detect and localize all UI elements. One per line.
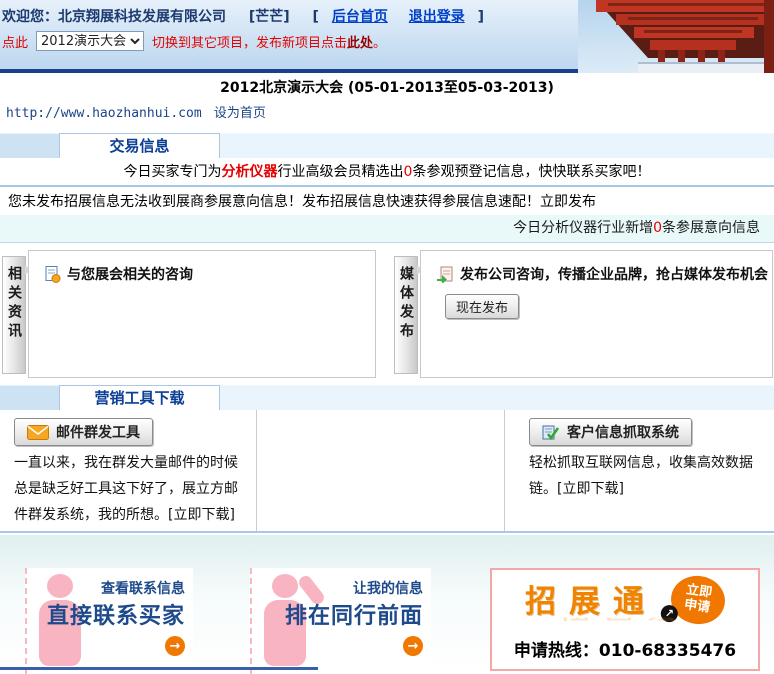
email-tool-download-link[interactable]: [立即下载] <box>168 507 235 523</box>
related-info-vtab-label: 相关资讯 <box>4 266 24 373</box>
admin-home-link[interactable]: 后台首页 <box>332 9 388 25</box>
notice-suffix: 条参观预登记信息，快快联系买家吧！ <box>412 164 650 180</box>
tab-marketing-tools[interactable]: 营销工具下载 <box>59 385 220 410</box>
user-nickname: [芒芒] <box>249 9 290 25</box>
tabbar-right-strip <box>220 133 774 158</box>
apply-hotline: 申请热线：010-68335476 <box>492 636 758 661</box>
tools-tabbar-right-strip <box>220 385 774 410</box>
promo-contact-line1: 查看联系信息 <box>47 578 185 598</box>
welcome-row: 欢迎您：北京翔展科技发展有限公司 [芒芒] [ 后台首页 退出登录 ] <box>2 6 484 26</box>
promo-rank-line1: 让我的信息 <box>285 578 423 598</box>
site-url-row: http://www.haozhanhui.com 设为首页 <box>6 102 266 121</box>
trade-tab-bar: 交易信息 <box>0 133 774 158</box>
promo-rank-text: 让我的信息 排在同行前面 → <box>285 578 423 656</box>
today-prefix: 今日分析仪器行业新增 <box>513 220 653 236</box>
media-publish-vtab[interactable]: 媒体发布 <box>394 256 418 374</box>
project-switch-row: 点此 2012演示大会 切换到其它项目，发布新项目点击此处。 <box>2 31 386 51</box>
tab-trade-info-label: 交易信息 <box>109 137 169 155</box>
event-title: 2012北京演示大会 (05-01-2013至05-03-2013) <box>0 77 774 99</box>
site-url[interactable]: http://www.haozhanhui.com <box>6 106 202 121</box>
zzt-title-reflection: 招展通 <box>492 618 758 627</box>
media-publish-title-row: 发布公司咨询，传播企业品牌，抢占媒体发布机会 <box>436 264 772 284</box>
grab-tool-download-link[interactable]: [立即下载] <box>557 481 624 497</box>
media-publish-vtab-label: 媒体发布 <box>396 266 416 373</box>
promo-zhaozhantong[interactable]: 招展通 立即 申请 ↗ 招展通 申请热线：010-68335476 <box>490 568 760 671</box>
related-info-vtab[interactable]: 相关资讯 <box>2 256 26 374</box>
publish-now-link[interactable]: 立即发布 <box>540 194 596 210</box>
welcome-text: 欢迎您：北京翔展科技发展有限公司 <box>2 9 226 25</box>
notice-prefix: 今日买家专门为 <box>124 164 222 180</box>
orange-arrow-icon: → <box>165 636 185 656</box>
zzt-title: 招展通 <box>525 576 657 621</box>
promo-banner-section: 查看联系信息 直接联系买家 → 让我的信息 排在同行前面 → 招展通 立即 申请… <box>0 535 774 670</box>
publish-page-icon <box>436 266 454 283</box>
project-select[interactable]: 2012演示大会 <box>36 31 144 51</box>
warning-text: 您未发布招展信息无法收到展商参展意向信息！发布招展信息快速获得参展信息速配！ <box>8 194 540 210</box>
email-tool-button[interactable]: 邮件群发工具 <box>14 418 153 446</box>
marketing-tools-section: 邮件群发工具 一直以来，我在群发大量邮件的时候总是缺乏好工具这下好了，展立方邮件… <box>0 410 774 533</box>
set-home-link[interactable]: 设为首页 <box>214 106 266 121</box>
related-info-panel: 与您展会相关的咨询 <box>28 250 376 378</box>
today-suffix: 条参展意向信息 <box>662 220 760 236</box>
grab-tool-button[interactable]: 客户信息抓取系统 <box>529 418 692 446</box>
related-info-title[interactable]: 与您展会相关的咨询 <box>67 264 193 284</box>
tools-tabbar-left-strip <box>0 385 59 410</box>
notice-industry: 分析仪器 <box>222 164 278 180</box>
email-tool-desc: 一直以来，我在群发大量邮件的时候总是缺乏好工具这下好了，展立方邮件群发系统，我的… <box>14 450 242 528</box>
document-icon <box>44 266 61 283</box>
today-intent-band: 今日分析仪器行业新增0条参展意向信息 <box>0 215 774 243</box>
logout-link[interactable]: 退出登录 <box>409 9 465 25</box>
email-tool-column: 邮件群发工具 一直以来，我在群发大量邮件的时候总是缺乏好工具这下好了，展立方邮件… <box>0 410 257 531</box>
tools-empty-column <box>257 410 505 531</box>
bracket-close: ] <box>478 9 484 25</box>
hotline-label: 申请热线： <box>514 641 599 661</box>
email-tool-button-label: 邮件群发工具 <box>56 422 140 442</box>
zzt-title-row: 招展通 立即 申请 ↗ <box>492 570 758 624</box>
grab-tool-desc: 轻松抓取互联网信息，收集高效数据链。[立即下载] <box>529 450 760 502</box>
promo-contact-text: 查看联系信息 直接联系买家 → <box>47 578 185 656</box>
switch-here-link[interactable]: 此处 <box>347 32 373 51</box>
promo-rank-line2: 排在同行前面 <box>285 598 423 630</box>
related-info-title-row: 与您展会相关的咨询 <box>44 264 375 284</box>
promo-rank-first[interactable]: 让我的信息 排在同行前面 → <box>250 568 431 674</box>
grab-tool-column: 客户信息抓取系统 轻松抓取互联网信息，收集高效数据链。[立即下载] <box>505 410 774 531</box>
apply-badge-line2: 申请 <box>683 597 711 615</box>
grab-tool-button-label: 客户信息抓取系统 <box>567 422 679 442</box>
switch-end: 。 <box>373 32 386 51</box>
promo-contact-buyers[interactable]: 查看联系信息 直接联系买家 → <box>25 568 193 674</box>
tools-tab-bar: 营销工具下载 <box>0 385 774 410</box>
page-header: 欢迎您：北京翔展科技发展有限公司 [芒芒] [ 后台首页 退出登录 ] 点此 2… <box>0 0 774 73</box>
capture-check-icon <box>542 425 560 440</box>
promo-contact-line2: 直接联系买家 <box>47 598 185 630</box>
click-here-label: 点此 <box>2 32 28 51</box>
publish-now-button[interactable]: 现在发布 <box>445 294 519 319</box>
tab-trade-info[interactable]: 交易信息 <box>59 133 220 158</box>
today-count: 0 <box>653 220 662 236</box>
media-publish-panel: 发布公司咨询，传播企业品牌，抢占媒体发布机会 现在发布 <box>420 250 773 378</box>
buyer-notice: 今日买家专门为分析仪器行业高级会员精选出0条参观预登记信息，快快联系买家吧！ <box>0 158 774 187</box>
envelope-icon <box>27 425 49 440</box>
switch-text: 切换到其它项目，发布新项目点击 <box>152 32 347 51</box>
tab-marketing-tools-label: 营销工具下载 <box>94 389 184 407</box>
bracket-open: [ <box>313 9 319 25</box>
orange-arrow-icon: → <box>403 636 423 656</box>
hotline-number: 010-68335476 <box>599 641 736 661</box>
publish-warning: 您未发布招展信息无法收到展商参展意向信息！发布招展信息快速获得参展信息速配！立即… <box>8 189 596 215</box>
media-publish-title: 发布公司咨询，传播企业品牌，抢占媒体发布机会 <box>460 264 768 284</box>
tabbar-left-strip <box>0 133 59 158</box>
notice-mid: 行业高级会员精选出 <box>278 164 404 180</box>
china-pavilion-image <box>578 0 774 73</box>
